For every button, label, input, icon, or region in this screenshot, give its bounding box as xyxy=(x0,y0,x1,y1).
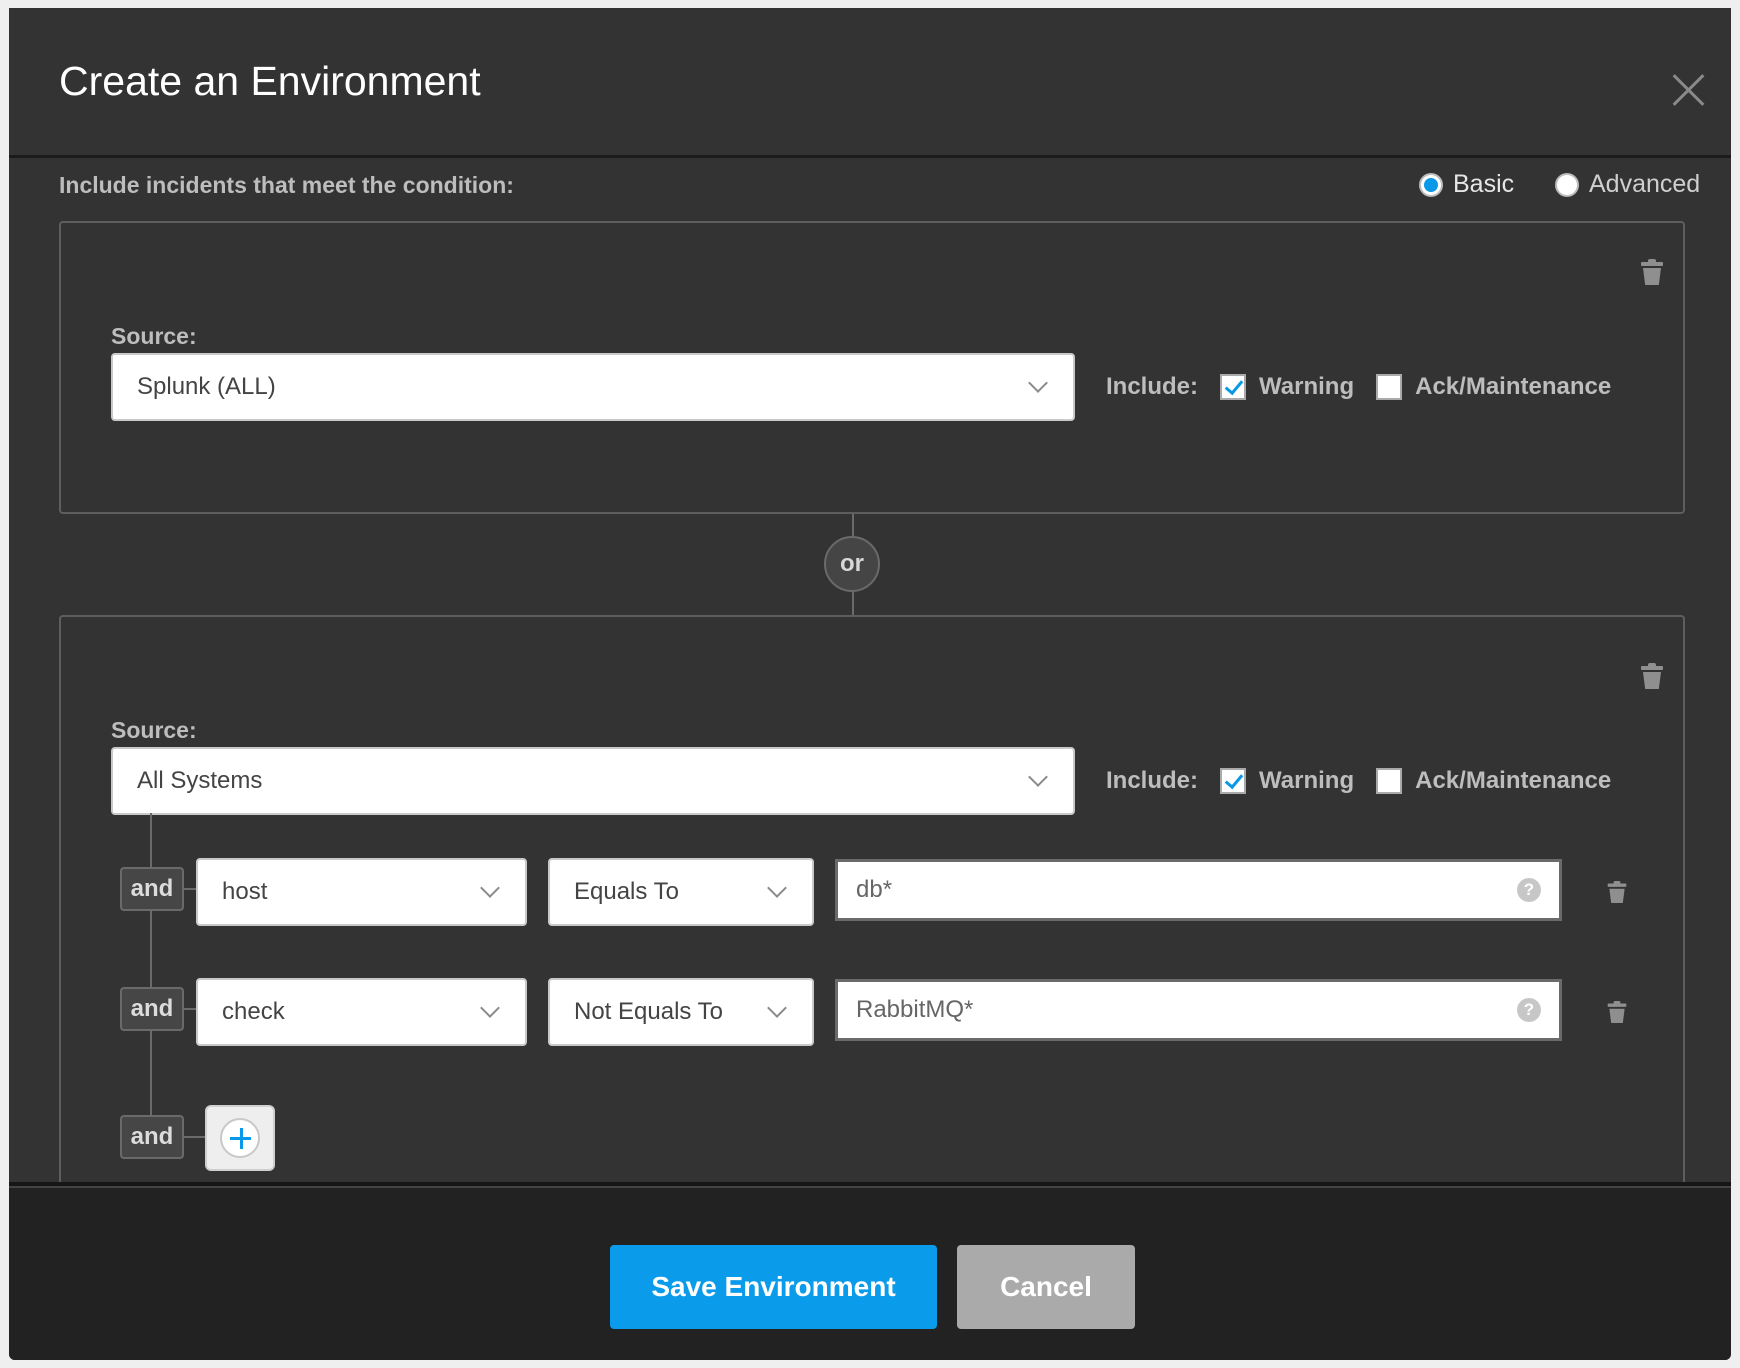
include-options: Include: Warning Ack/Maintenance xyxy=(1106,373,1611,401)
save-environment-button[interactable]: Save Environment xyxy=(610,1245,937,1329)
condition-block: Source: Splunk (ALL) Include: Warning Ac… xyxy=(59,221,1685,514)
rule-value-input[interactable]: db* ? xyxy=(835,859,1562,921)
include-label: Include: xyxy=(1106,373,1199,400)
rule-value-text: db* xyxy=(856,876,893,903)
ack-maintenance-checkbox[interactable] xyxy=(1376,374,1403,400)
radio-selected-icon[interactable] xyxy=(1419,172,1443,197)
delete-block-trash-icon[interactable] xyxy=(1641,663,1663,689)
mode-basic-label: Basic xyxy=(1453,170,1515,198)
ack-maintenance-label: Ack/Maintenance xyxy=(1415,767,1612,794)
rule-tree-line xyxy=(150,813,152,1118)
plus-icon xyxy=(220,1118,260,1158)
chevron-down-icon xyxy=(480,998,500,1018)
rule-operator-select[interactable]: Not Equals To xyxy=(548,978,814,1046)
rule-field-value: host xyxy=(222,878,268,905)
radio-unselected-icon[interactable] xyxy=(1555,172,1579,197)
cancel-button[interactable]: Cancel xyxy=(957,1245,1135,1329)
rule-field-select[interactable]: check xyxy=(196,978,527,1046)
warning-checkbox[interactable] xyxy=(1220,768,1247,794)
rule-operator-value: Not Equals To xyxy=(574,998,723,1025)
source-label: Source: xyxy=(111,717,197,743)
and-connector: and xyxy=(120,1115,184,1159)
source-select[interactable]: All Systems xyxy=(111,747,1075,815)
source-select-value: All Systems xyxy=(137,767,263,794)
and-connector: and xyxy=(120,867,184,911)
connector-line xyxy=(852,514,854,538)
chevron-down-icon xyxy=(767,878,787,898)
add-rule-button[interactable] xyxy=(205,1105,275,1171)
dialog-footer: Save Environment Cancel xyxy=(9,1182,1731,1360)
delete-rule-trash-icon[interactable] xyxy=(1607,880,1627,904)
chevron-down-icon xyxy=(480,878,500,898)
and-connector: and xyxy=(120,987,184,1031)
help-icon[interactable]: ? xyxy=(1517,878,1541,902)
include-label: Include: xyxy=(1106,767,1199,794)
ack-maintenance-label: Ack/Maintenance xyxy=(1415,373,1612,400)
close-icon[interactable] xyxy=(1671,73,1705,107)
help-icon[interactable]: ? xyxy=(1517,998,1541,1022)
source-select-value: Splunk (ALL) xyxy=(137,373,276,400)
warning-label: Warning xyxy=(1259,373,1355,400)
or-connector: or xyxy=(824,536,880,592)
rule-field-value: check xyxy=(222,998,285,1025)
rule-value-input[interactable]: RabbitMQ* ? xyxy=(835,979,1562,1041)
source-select[interactable]: Splunk (ALL) xyxy=(111,353,1075,421)
rule-field-select[interactable]: host xyxy=(196,858,527,926)
ack-maintenance-checkbox[interactable] xyxy=(1376,768,1403,794)
create-environment-dialog: Create an Environment Include incidents … xyxy=(9,8,1731,1360)
mode-advanced-label: Advanced xyxy=(1589,170,1701,198)
dialog-header: Create an Environment xyxy=(9,8,1731,158)
connector-line xyxy=(184,1136,205,1138)
include-options: Include: Warning Ack/Maintenance xyxy=(1106,767,1611,795)
chevron-down-icon xyxy=(767,998,787,1018)
mode-advanced-radio[interactable]: Advanced xyxy=(1555,170,1700,199)
dialog-title: Create an Environment xyxy=(59,58,481,104)
chevron-down-icon xyxy=(1028,767,1048,787)
connector-line xyxy=(852,590,854,615)
warning-checkbox[interactable] xyxy=(1220,374,1247,400)
chevron-down-icon xyxy=(1028,373,1048,393)
warning-label: Warning xyxy=(1259,767,1355,794)
condition-label: Include incidents that meet the conditio… xyxy=(59,172,514,198)
rule-operator-value: Equals To xyxy=(574,878,679,905)
rule-operator-select[interactable]: Equals To xyxy=(548,858,814,926)
delete-block-trash-icon[interactable] xyxy=(1641,259,1663,285)
source-label: Source: xyxy=(111,323,197,349)
mode-basic-radio[interactable]: Basic xyxy=(1419,170,1514,199)
rule-value-text: RabbitMQ* xyxy=(856,996,974,1023)
delete-rule-trash-icon[interactable] xyxy=(1607,1000,1627,1024)
